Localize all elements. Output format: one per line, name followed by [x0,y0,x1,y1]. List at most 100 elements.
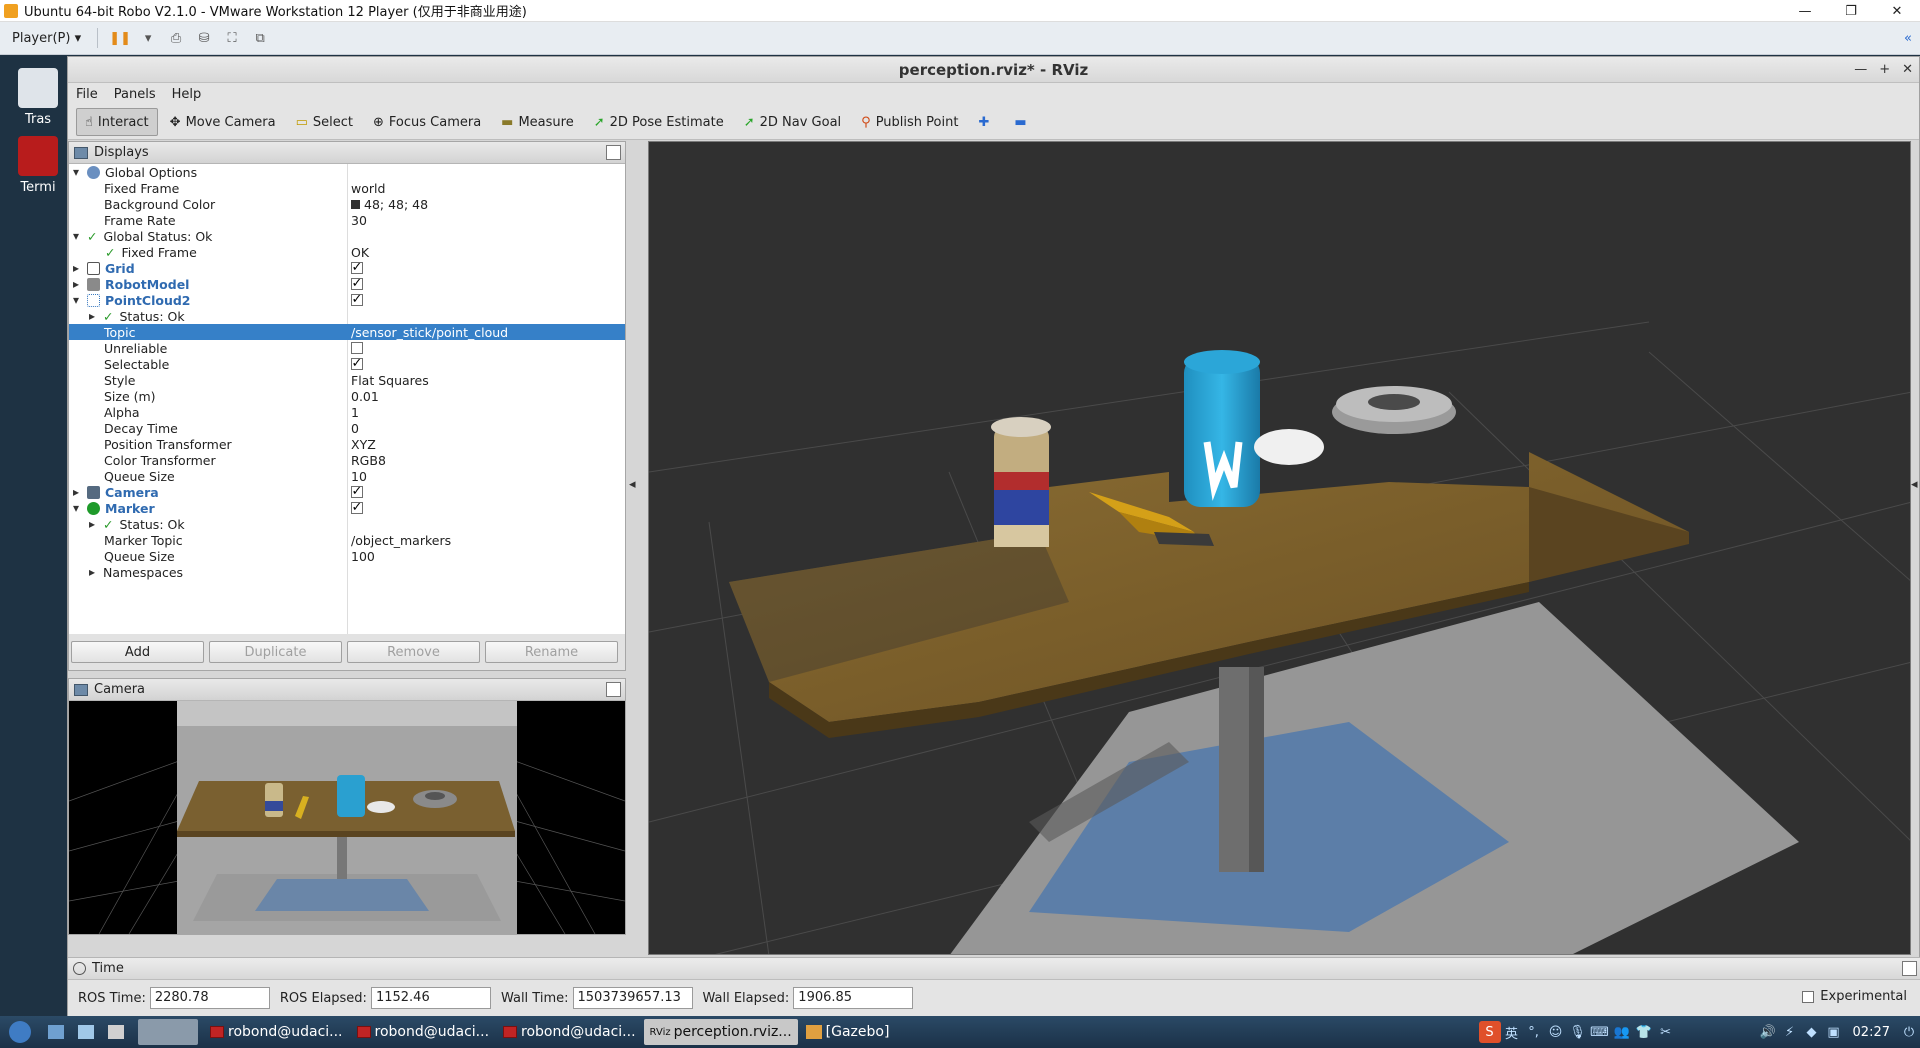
desktop-icon-trash[interactable]: Tras [8,68,68,127]
undock-checkbox[interactable] [606,145,621,160]
tree-row-marker[interactable]: ▾ Marker ✓ [69,500,625,516]
tools-icon[interactable]: ✂ [1655,1021,1677,1043]
collapse-toolbar-icon[interactable]: « [1904,31,1912,46]
ros-time-value[interactable]: 2280.78 [149,987,270,1009]
minimize-button[interactable]: — [1782,0,1828,22]
enabled-checkbox[interactable]: ✓ [351,277,363,290]
row-value[interactable]: 1 [351,405,359,420]
workspace-switcher[interactable] [138,1019,198,1045]
taskbar-item-terminal-3[interactable]: robond@udaci... [497,1019,642,1045]
tree-row-size[interactable]: Size (m) 0.01 [69,388,625,404]
expand-arrow-icon[interactable]: ▸ [73,261,87,275]
tree-row-marker-topic[interactable]: Marker Topic /object_markers [69,532,625,548]
selectable-checkbox[interactable]: ✓ [351,357,363,370]
player-menu[interactable]: Player(P) ▾ [12,31,89,46]
volume-icon[interactable]: 🔊 [1757,1021,1779,1043]
remove-display-button[interactable]: Remove [347,641,480,663]
remove-tool-button[interactable]: ▬ [1006,108,1039,136]
keyboard-icon[interactable]: ⌨ [1589,1021,1611,1043]
experimental-toggle[interactable]: Experimental [1802,989,1907,1004]
tree-row-marker-status[interactable]: ▸ ✓ Status: Ok [69,516,625,532]
row-value[interactable]: RGB8 [351,453,386,468]
tool-interact[interactable]: ☝ Interact [76,108,158,136]
rviz-maximize-button[interactable]: + [1879,62,1890,77]
tool-select[interactable]: ▭ Select [288,108,361,136]
row-value[interactable]: 30 [351,213,367,228]
enabled-checkbox[interactable]: ✓ [351,501,363,514]
desktop-icon-terminal[interactable]: Termi [8,136,68,195]
tree-row-decay-time[interactable]: Decay Time 0 [69,420,625,436]
row-value[interactable]: 48; 48; 48 [364,197,428,212]
skin-icon[interactable]: 👕 [1633,1021,1655,1043]
display-icon[interactable]: ▣ [1823,1021,1845,1043]
tree-row-topic[interactable]: Topic /sensor_stick/point_cloud [69,324,625,340]
maximize-button[interactable]: ❐ [1828,0,1874,22]
unreliable-checkbox[interactable] [351,342,363,354]
dropdown-icon[interactable]: ▾ [137,28,159,48]
file-manager-button[interactable] [72,1019,100,1045]
expand-arrow-icon[interactable]: ▾ [73,293,87,307]
taskbar-item-terminal-2[interactable]: robond@udaci... [351,1019,496,1045]
left-splitter-arrow-icon[interactable]: ◂ [629,477,636,492]
row-value[interactable]: Flat Squares [351,373,429,388]
row-value[interactable]: /object_markers [351,533,451,548]
tree-row-pointcloud-status[interactable]: ▸ ✓ Status: Ok [69,308,625,324]
expand-arrow-icon[interactable]: ▾ [73,165,87,179]
undock-checkbox[interactable] [1902,961,1917,976]
expand-arrow-icon[interactable]: ▸ [89,565,103,579]
tree-row-style[interactable]: Style Flat Squares [69,372,625,388]
tree-row-camera[interactable]: ▸ Camera ✓ [69,484,625,500]
tool-focus-camera[interactable]: ⊕ Focus Camera [365,108,489,136]
tree-row-marker-queue-size[interactable]: Queue Size 100 [69,548,625,564]
tree-row-color-transformer[interactable]: Color Transformer RGB8 [69,452,625,468]
expand-arrow-icon[interactable]: ▾ [73,501,87,515]
rviz-minimize-button[interactable]: — [1854,62,1867,77]
tree-row-unreliable[interactable]: Unreliable [69,340,625,356]
tree-row-pointcloud2[interactable]: ▾ PointCloud2 ✓ [69,292,625,308]
calculator-button[interactable] [102,1019,130,1045]
row-value[interactable]: /sensor_stick/point_cloud [351,325,508,340]
tree-row-global-options[interactable]: ▾ Global Options [69,164,625,180]
tree-row-frame-rate[interactable]: Frame Rate 30 [69,212,625,228]
send-ctrl-alt-del-icon[interactable]: ⎙ [165,28,187,48]
expand-arrow-icon[interactable]: ▸ [89,309,103,323]
expand-arrow-icon[interactable]: ▾ [73,229,87,243]
row-value[interactable]: XYZ [351,437,376,452]
duplicate-display-button[interactable]: Duplicate [209,641,342,663]
expand-arrow-icon[interactable]: ▸ [73,277,87,291]
clock[interactable]: 02:27 [1853,1025,1890,1040]
tree-row-fixed-frame[interactable]: Fixed Frame world [69,180,625,196]
rename-display-button[interactable]: Rename [485,641,618,663]
ros-elapsed-value[interactable]: 1152.46 [370,987,491,1009]
tree-row-queue-size[interactable]: Queue Size 10 [69,468,625,484]
tree-row-position-transformer[interactable]: Position Transformer XYZ [69,436,625,452]
enabled-checkbox[interactable]: ✓ [351,293,363,306]
tree-row-global-status[interactable]: ▾ ✓ Global Status: Ok [69,228,625,244]
enabled-checkbox[interactable]: ✓ [351,261,363,274]
tool-publish-point[interactable]: ⚲ Publish Point [853,108,966,136]
camera-view[interactable] [69,701,625,934]
taskbar-item-gazebo[interactable]: [Gazebo] [800,1019,896,1045]
taskbar-item-rviz[interactable]: RViz perception.rviz... [643,1019,798,1045]
rviz-close-button[interactable]: ✕ [1902,62,1913,77]
row-value[interactable]: 100 [351,549,375,564]
tree-row-robotmodel[interactable]: ▸ RobotModel ✓ [69,276,625,292]
fullscreen-icon[interactable]: ⛶ [221,28,243,48]
tree-row-fixed-frame-status[interactable]: ✓ Fixed Frame OK [69,244,625,260]
punctuation-icon[interactable]: °, [1523,1021,1545,1043]
tool-2d-pose-estimate[interactable]: ➚ 2D Pose Estimate [586,108,732,136]
shutdown-icon[interactable]: ⏻ [1898,1021,1920,1043]
close-button[interactable]: ✕ [1874,0,1920,22]
menu-help[interactable]: Help [172,87,202,102]
unity-icon[interactable]: ⧉ [249,28,271,48]
tool-measure[interactable]: ▬ Measure [493,108,582,136]
taskbar-item-terminal-1[interactable]: robond@udaci... [204,1019,349,1045]
network-icon[interactable]: ◆ [1801,1021,1823,1043]
experimental-checkbox[interactable] [1802,990,1815,1003]
pause-icon[interactable]: ❚❚ [109,28,131,48]
row-value[interactable]: world [351,181,385,196]
tool-move-camera[interactable]: ✥ Move Camera [162,108,284,136]
power-icon[interactable]: ⚡ [1779,1021,1801,1043]
expand-arrow-icon[interactable]: ▸ [89,517,103,531]
row-value[interactable]: 10 [351,469,367,484]
